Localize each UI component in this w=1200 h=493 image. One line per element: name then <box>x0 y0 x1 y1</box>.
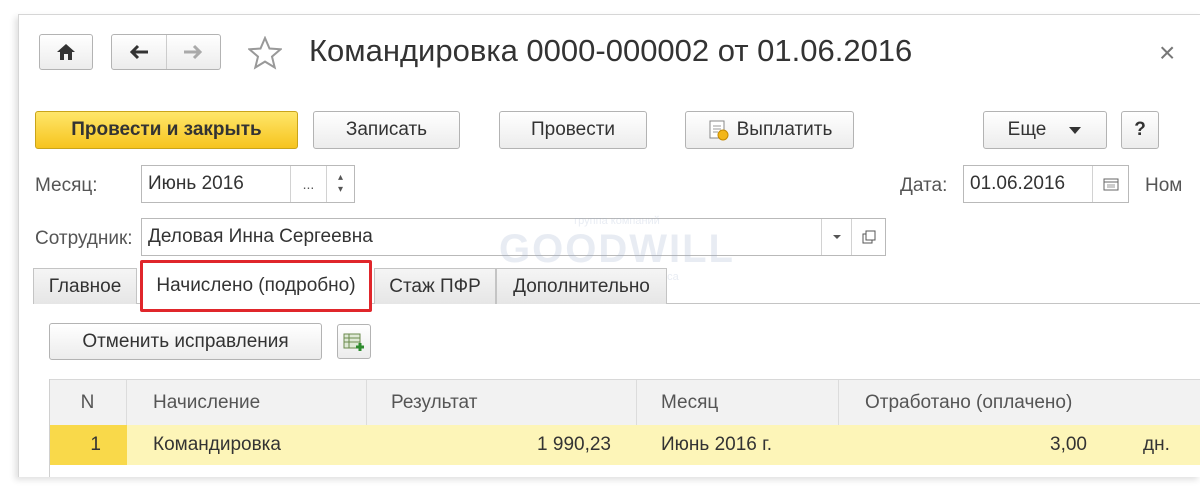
date-label: Дата: <box>900 175 948 196</box>
home-icon <box>57 44 75 60</box>
employee-value: Деловая Инна Сергеевна <box>148 226 373 247</box>
table-add-icon <box>343 333 364 351</box>
more-button[interactable]: Еще <box>983 111 1107 149</box>
document-pay-icon <box>709 120 729 141</box>
tab-additional[interactable]: Дополнительно <box>496 268 667 304</box>
tab-pension-service[interactable]: Стаж ПФР <box>374 268 496 304</box>
cell-worked[interactable]: 3,00 <box>839 425 1113 465</box>
column-header-worked[interactable]: Отработано (оплачено) <box>839 380 1200 426</box>
tab-accrued-detailed[interactable]: Начислено (подробно) <box>140 260 372 312</box>
history-navigation <box>111 34 221 70</box>
spin-down-icon[interactable]: ▾ <box>338 184 343 196</box>
column-header-n[interactable]: N <box>49 380 127 426</box>
post-and-close-button[interactable]: Провести и закрыть <box>35 111 298 149</box>
month-label: Месяц: <box>35 175 98 196</box>
document-title: Командировка 0000-000002 от 01.06.2016 <box>309 33 913 68</box>
forward-button[interactable] <box>167 35 221 69</box>
spin-up-icon[interactable]: ▴ <box>338 172 343 184</box>
cancel-corrections-button[interactable]: Отменить исправления <box>49 323 322 360</box>
close-icon[interactable]: × <box>1159 37 1175 69</box>
tab-main[interactable]: Главное <box>33 268 137 304</box>
employee-label: Сотрудник: <box>35 228 133 249</box>
month-field[interactable]: Июнь 2016 ... ▴ ▾ <box>141 165 355 203</box>
star-icon <box>248 36 282 70</box>
column-header-month[interactable]: Месяц <box>637 380 839 426</box>
date-field[interactable]: 01.06.2016 <box>963 165 1129 203</box>
table-settings-button[interactable] <box>337 324 371 359</box>
table-row[interactable]: 1 Командировка 1 990,23 Июнь 2016 г. 3,0… <box>49 425 1200 465</box>
cell-unit: дн. <box>1143 434 1170 455</box>
open-icon <box>862 230 875 244</box>
pay-button[interactable]: Выплатить <box>685 111 854 149</box>
month-select-button[interactable]: ... <box>290 166 326 202</box>
calendar-button[interactable] <box>1092 166 1128 202</box>
table-header: N Начисление Результат Месяц Отработано … <box>49 379 1200 427</box>
more-button-label: Еще <box>1007 119 1047 140</box>
post-button[interactable]: Провести <box>499 111 647 149</box>
cell-n[interactable]: 1 <box>49 425 127 465</box>
cell-result[interactable]: 1 990,23 <box>367 425 637 465</box>
help-button[interactable]: ? <box>1121 111 1159 149</box>
table-left-border <box>49 379 50 477</box>
column-header-result[interactable]: Результат <box>367 380 637 426</box>
favorite-button[interactable] <box>247 35 283 71</box>
month-value: Июнь 2016 <box>148 173 244 194</box>
document-window: Командировка 0000-000002 от 01.06.2016 ×… <box>18 14 1200 477</box>
back-button[interactable] <box>112 35 167 69</box>
cell-accrual[interactable]: Командировка <box>127 425 367 465</box>
home-button[interactable] <box>39 34 93 70</box>
employee-dropdown-button[interactable] <box>821 219 851 255</box>
month-spin-buttons[interactable]: ▴ ▾ <box>326 166 354 202</box>
employee-field[interactable]: Деловая Инна Сергеевна <box>141 218 886 256</box>
pay-button-label: Выплатить <box>736 119 833 140</box>
calendar-icon <box>1103 178 1118 191</box>
column-header-accrual[interactable]: Начисление <box>127 380 367 426</box>
employee-open-button[interactable] <box>851 219 885 255</box>
cell-month[interactable]: Июнь 2016 г. <box>637 425 839 465</box>
arrow-right-icon <box>184 44 203 60</box>
save-button[interactable]: Записать <box>313 111 460 149</box>
chevron-down-icon <box>832 235 841 239</box>
date-value: 01.06.2016 <box>970 173 1066 194</box>
arrow-left-icon <box>129 44 148 60</box>
number-label: Ном <box>1145 175 1183 196</box>
chevron-down-icon <box>1069 127 1082 134</box>
